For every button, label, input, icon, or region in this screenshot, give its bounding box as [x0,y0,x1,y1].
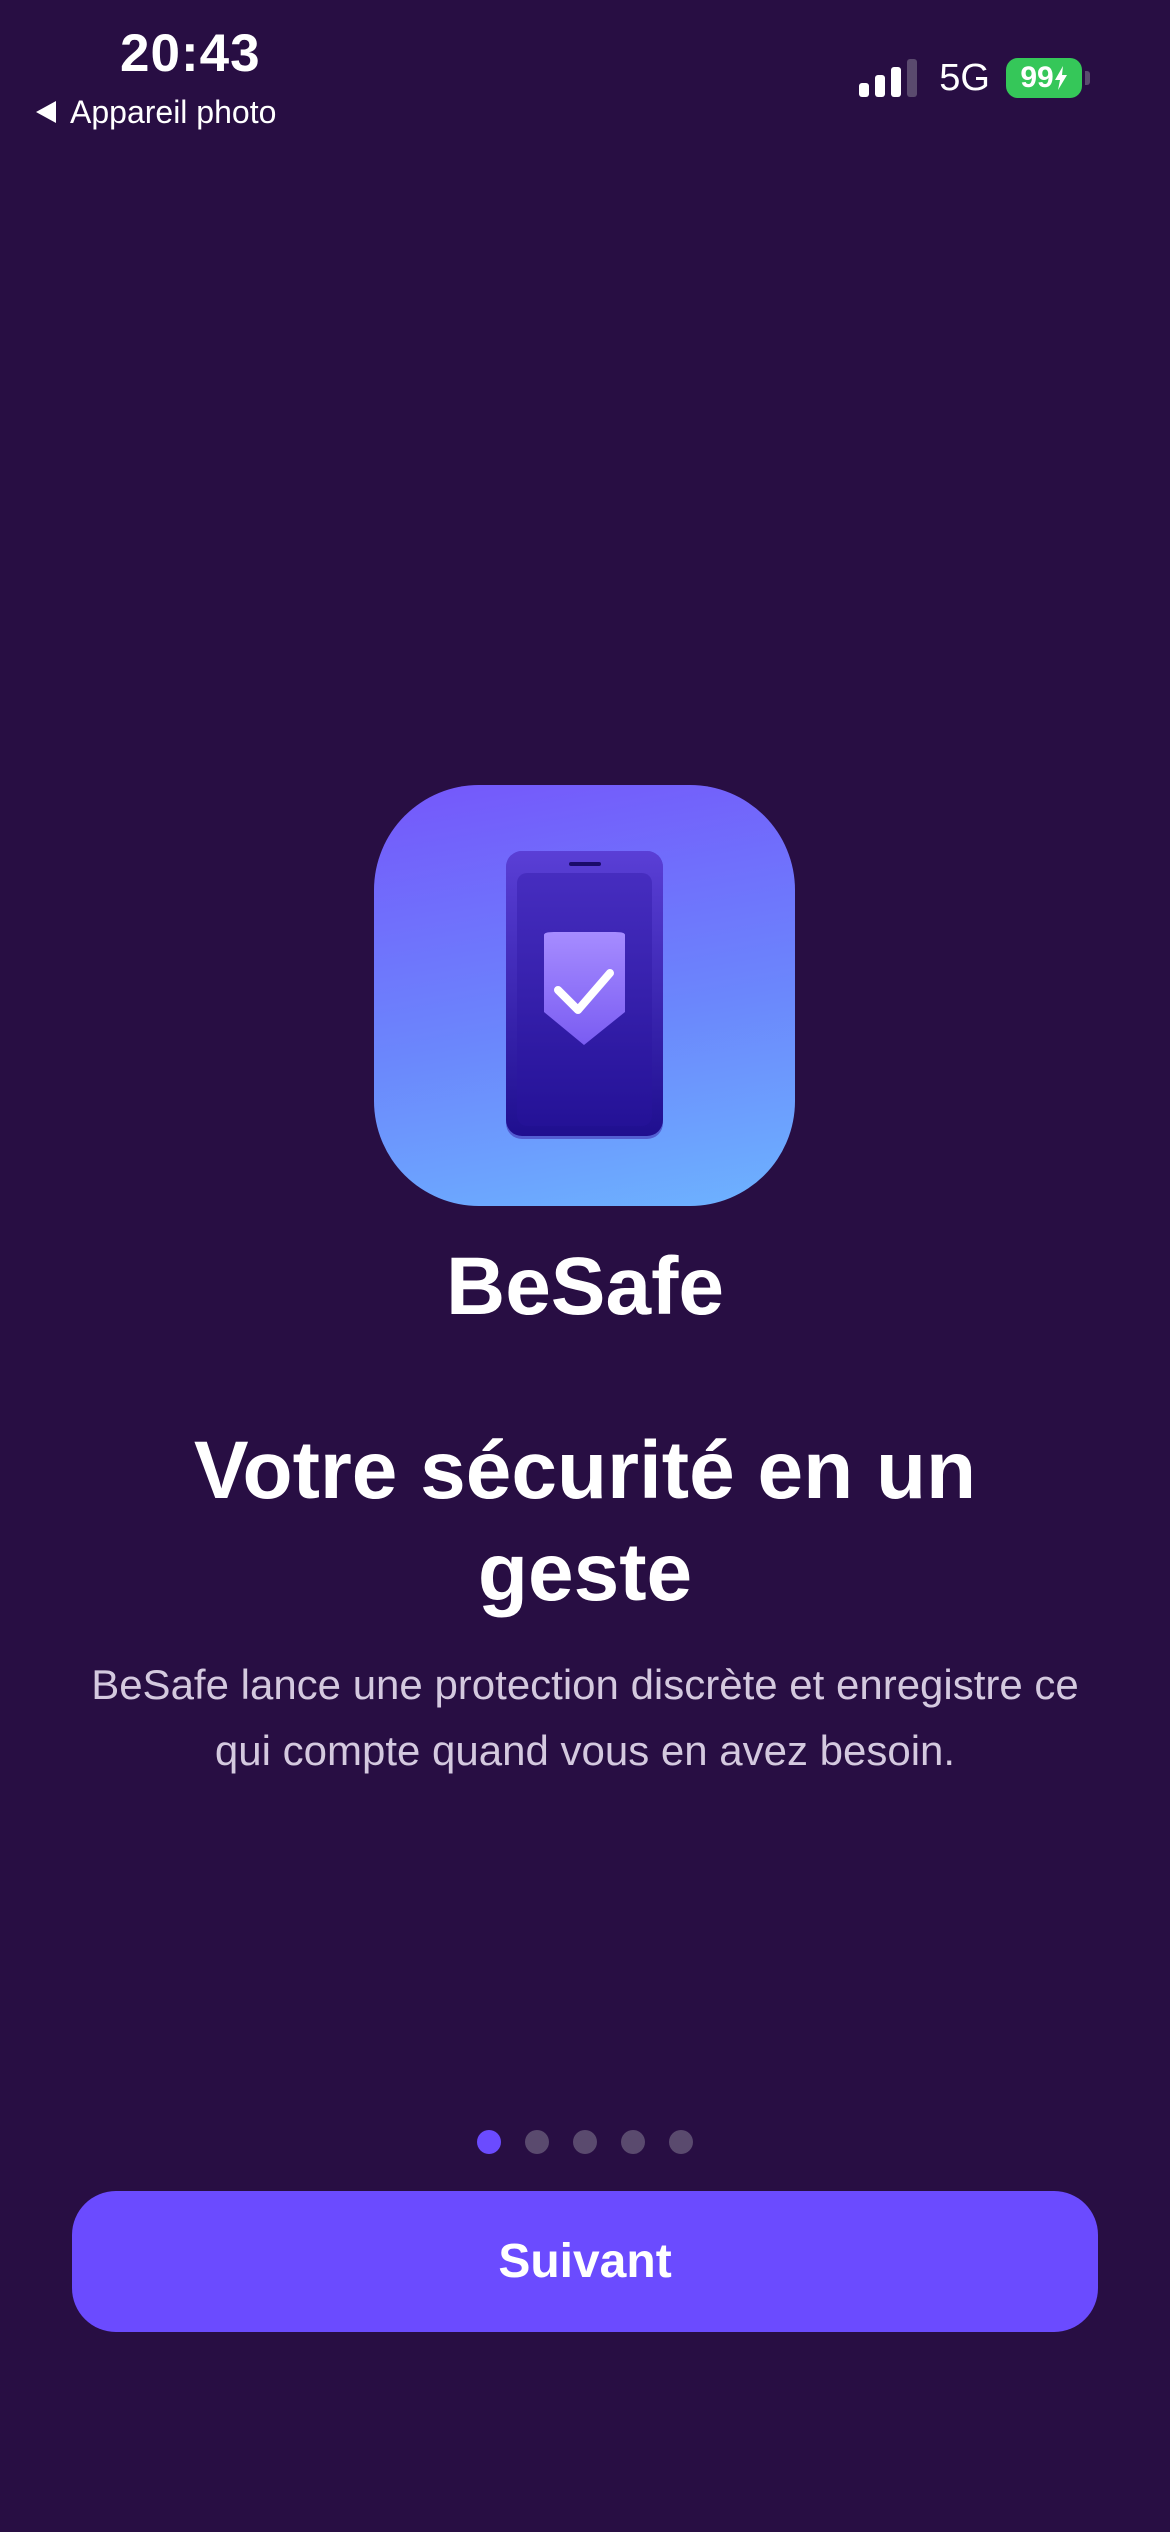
page-dot-4[interactable] [621,2130,645,2154]
charging-bolt-icon [1054,66,1067,90]
back-arrow-icon [36,101,56,123]
page-dot-5[interactable] [669,2130,693,2154]
phone-shield-check-icon [506,851,663,1139]
onboarding-description: BeSafe lance une protection discrète et … [91,1661,1079,1774]
status-time: 20:43 [120,24,261,83]
app-logo [374,785,795,1206]
page-dot-2[interactable] [525,2130,549,2154]
status-indicators: 5G 99 [859,50,1090,106]
battery-level: 99 [1020,61,1054,94]
next-button[interactable]: Suivant [72,2191,1098,2332]
back-link-label: Appareil photo [70,93,277,130]
page-indicator [0,2130,1170,2154]
onboarding-headline: Votre sécurité en un geste [193,1425,977,1618]
battery-icon: 99 [1006,58,1090,98]
network-type: 5G [939,56,990,99]
page-dot-1[interactable] [477,2130,501,2154]
back-to-app-link[interactable]: Appareil photo [36,88,276,136]
page-dot-3[interactable] [573,2130,597,2154]
cellular-signal-icon [859,59,918,97]
app-name: BeSafe [445,1241,725,1332]
